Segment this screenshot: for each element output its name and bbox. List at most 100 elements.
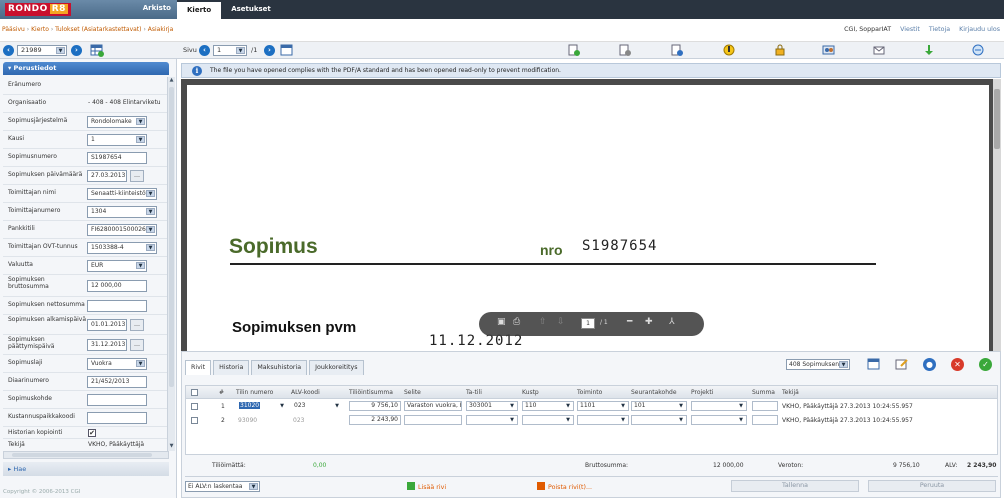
tiliointisumma-input[interactable]: 9 756,10 xyxy=(349,401,401,411)
ta-tili-select[interactable]: ▼ xyxy=(466,415,518,425)
row-checkbox[interactable] xyxy=(191,403,198,410)
scroll-up-icon[interactable]: ▲ xyxy=(168,77,175,85)
document-scrollbar[interactable] xyxy=(993,79,1001,351)
send-icon[interactable] xyxy=(873,44,886,56)
document-grid-icon[interactable] xyxy=(90,43,104,57)
comment-icon[interactable] xyxy=(723,44,736,56)
sopimuskohde-input[interactable] xyxy=(87,394,147,406)
select-all-checkbox[interactable] xyxy=(191,389,198,396)
pankkitili-select[interactable]: FI628000150002654 ▼ xyxy=(87,224,157,236)
document-info-icon[interactable] xyxy=(670,44,683,56)
page-down-icon[interactable]: ⇩ xyxy=(557,317,565,327)
selite-input[interactable] xyxy=(404,415,462,425)
col-tilin-numero[interactable]: Tilin numero xyxy=(236,389,273,396)
page-up-icon[interactable]: ⇧ xyxy=(539,317,547,327)
calendar-icon[interactable]: … xyxy=(130,339,144,351)
col-projekti[interactable]: Projekti xyxy=(691,389,713,396)
alv-calculation-select[interactable]: Ei ALV:n laskentaa ▼ xyxy=(185,481,260,492)
apply-template-icon[interactable] xyxy=(867,357,881,371)
info-link[interactable]: Tietoja xyxy=(929,26,950,33)
approve-arrow-icon[interactable] xyxy=(922,44,935,56)
info-action-icon[interactable]: ● xyxy=(923,358,936,371)
projekti-select[interactable]: ▼ xyxy=(691,415,747,425)
left-panel-hscrollbar[interactable] xyxy=(3,451,169,459)
breadcrumb-kierto[interactable]: Kierto xyxy=(31,26,49,33)
sopimuksen-paivamaara-input[interactable]: 27.03.2013 xyxy=(87,170,127,182)
zoom-out-icon[interactable]: ━ xyxy=(627,317,632,327)
lock-icon[interactable] xyxy=(773,44,786,56)
arkisto-link[interactable]: Arkisto xyxy=(143,4,171,12)
tab-kierto[interactable]: Kierto xyxy=(177,0,222,19)
kustp-select[interactable]: 110 ▼ xyxy=(522,401,574,411)
toimittajanumero-select[interactable]: 1304 ▼ xyxy=(87,206,157,218)
hae-section[interactable]: ▸ Hae xyxy=(3,462,169,476)
perustiedot-header[interactable]: ▾ Perustiedot xyxy=(3,62,169,75)
kausi-select[interactable]: 1 ▼ xyxy=(87,134,147,146)
sopimusnumero-input[interactable]: S1987654 xyxy=(87,152,147,164)
accept-icon[interactable]: ✓ xyxy=(979,358,992,371)
page-select[interactable]: 1 ▼ xyxy=(213,45,247,56)
breadcrumb-home[interactable]: Pääsivu xyxy=(2,26,25,33)
ovt-tunnus-select[interactable]: 1503388-4 ▼ xyxy=(87,242,157,254)
scroll-thumb[interactable] xyxy=(169,87,174,387)
edit-rows-icon[interactable] xyxy=(895,357,909,371)
tab-maksuhistoria[interactable]: Maksuhistoria xyxy=(251,360,308,375)
col-toiminto[interactable]: Toiminto xyxy=(577,389,602,396)
left-panel-scrollbar[interactable]: ▲ ▼ xyxy=(167,77,175,451)
kustp-select[interactable]: ▼ xyxy=(522,415,574,425)
reject-icon[interactable]: ✕ xyxy=(951,358,964,371)
sopimuslaji-select[interactable]: Vuokra ▼ xyxy=(87,358,147,370)
paattymispaiva-input[interactable]: 31.12.2013 xyxy=(87,339,127,351)
document-viewer[interactable]: Sopimus nro S1987654 Sopimuksen pvm 11.1… xyxy=(181,79,1001,355)
seurantakohde-select[interactable]: ▼ xyxy=(631,415,687,425)
document-scroll-thumb[interactable] xyxy=(994,89,1000,149)
add-row-button[interactable]: Lisää rivi xyxy=(407,482,446,491)
tilin-numero-select[interactable]: 31020 ▼ xyxy=(236,401,288,411)
col-seurantakohde[interactable]: Seurantakohde xyxy=(631,389,677,396)
save-button[interactable]: Tallenna xyxy=(731,480,859,492)
valuutta-select[interactable]: EUR ▼ xyxy=(87,260,147,272)
toimittajan-nimi-select[interactable]: Senaatti-kiinteistöt ▼ xyxy=(87,188,157,200)
remove-document-icon[interactable] xyxy=(618,44,631,56)
summa-input[interactable] xyxy=(752,401,778,411)
alv-koodi-value[interactable]: 023 xyxy=(293,417,304,424)
breadcrumb-results[interactable]: Tulokset (Asiatarkastettavat) xyxy=(55,26,141,33)
calendar-icon[interactable]: … xyxy=(130,319,144,331)
next-page-icon[interactable]: › xyxy=(264,45,275,56)
summa-input[interactable] xyxy=(752,415,778,425)
col-selite[interactable]: Selite xyxy=(404,389,421,396)
historian-kopiointi-checkbox[interactable]: ✔ xyxy=(88,429,96,437)
toiminto-select[interactable]: ▼ xyxy=(577,415,629,425)
zoom-in-icon[interactable]: ✚ xyxy=(645,317,653,327)
bruttosumma-input[interactable]: 12 000,00 xyxy=(87,280,147,292)
alkamispaiva-input[interactable]: 01.01.2013 xyxy=(87,319,127,331)
users-icon[interactable] xyxy=(822,44,835,56)
prev-page-icon[interactable]: ‹ xyxy=(199,45,210,56)
projekti-select[interactable]: ▼ xyxy=(691,401,747,411)
scroll-down-icon[interactable]: ▼ xyxy=(168,443,175,451)
calendar-icon[interactable]: … xyxy=(130,170,144,182)
tab-joukkoreititys[interactable]: Joukkoreititys xyxy=(309,360,364,375)
account-template-select[interactable]: 408 Sopimuksen tili ▼ xyxy=(786,359,850,370)
document-id-select[interactable]: 21989 ▼ xyxy=(17,45,67,56)
tab-historia[interactable]: Historia xyxy=(213,360,250,375)
row-checkbox[interactable] xyxy=(191,417,198,424)
col-ta-tili[interactable]: Ta-tili xyxy=(466,389,482,396)
acrobat-icon[interactable]: ⅄ xyxy=(669,317,675,327)
sopimusjarjestelma-select[interactable]: Rondolomake ▼ xyxy=(87,116,147,128)
diaarinumero-input[interactable]: 21/452/2013 xyxy=(87,376,147,388)
tab-asetukset[interactable]: Asetukset xyxy=(221,0,281,19)
col-tilioíntisumma[interactable]: Tiliöintisumma xyxy=(349,389,393,396)
logout-link[interactable]: Kirjaudu ulos xyxy=(959,26,1000,33)
forward-icon[interactable]: › xyxy=(71,45,82,56)
hscroll-thumb[interactable] xyxy=(12,453,152,457)
tilin-numero-value[interactable]: 93090 xyxy=(238,417,257,424)
pdf-page-input[interactable]: 1 xyxy=(581,318,595,329)
toiminto-select[interactable]: 1101 ▼ xyxy=(577,401,629,411)
table-row[interactable]: 1 31020 ▼ 023 ▼ 9 756,10 Varaston vuokra, … xyxy=(186,400,997,413)
messages-link[interactable]: Viestit xyxy=(900,26,920,33)
col-tekija[interactable]: Tekijä xyxy=(782,389,799,396)
selite-input[interactable]: Varaston vuokra, K xyxy=(404,401,462,411)
rondo-logo[interactable]: RONDO R8 xyxy=(5,3,71,16)
col-kustp[interactable]: Kustp xyxy=(522,389,539,396)
